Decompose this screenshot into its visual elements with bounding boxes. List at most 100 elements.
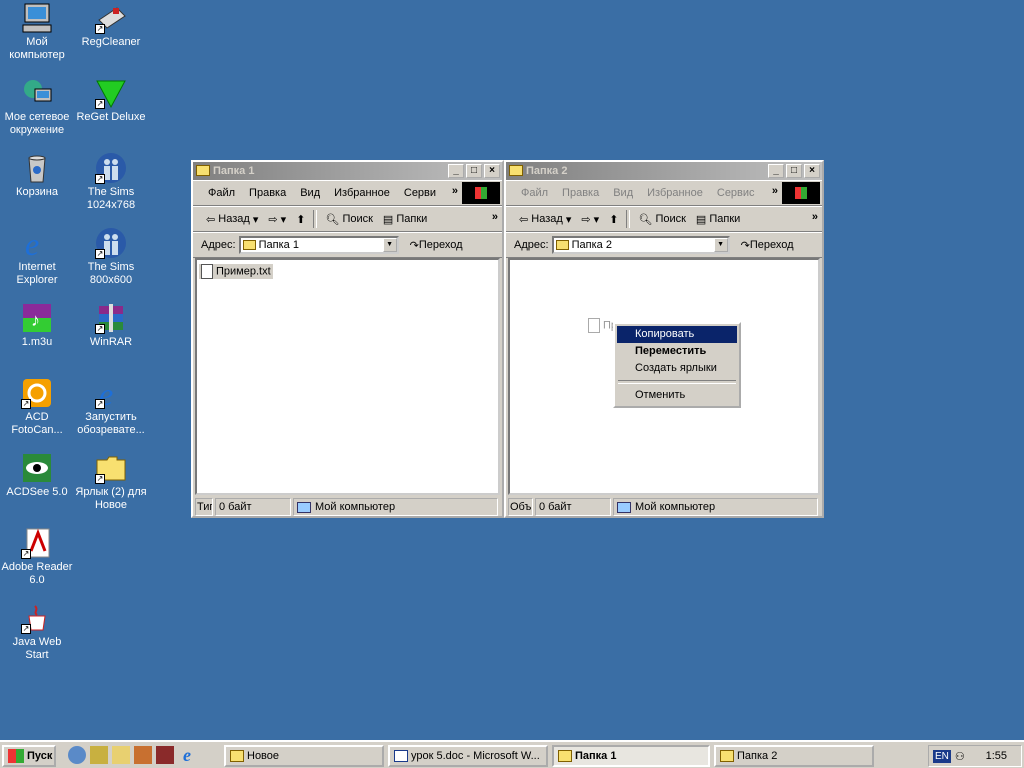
- window-titlebar[interactable]: Папка 2 _ □ ×: [506, 162, 822, 180]
- shortcut-arrow-icon: ↗: [95, 249, 105, 259]
- status-type: Тиг: [195, 498, 213, 516]
- window-title: Папка 2: [526, 165, 568, 177]
- chevron-down-icon[interactable]: ▼: [713, 238, 728, 252]
- forward-button[interactable]: ⇨ ▾: [576, 213, 604, 226]
- desktop-icon-reget[interactable]: ↗ ReGet Deluxe: [74, 77, 148, 124]
- desktop-icon-m3u[interactable]: ♪ 1.m3u: [0, 302, 74, 349]
- chevron-icon[interactable]: »: [772, 185, 778, 197]
- playlist-icon: ♪: [21, 302, 53, 334]
- desktop-icon-internet-explorer[interactable]: e Internet Explorer: [0, 226, 74, 287]
- start-button[interactable]: Пуск: [2, 745, 56, 767]
- search-button[interactable]: 🔍︎ Поиск: [320, 213, 378, 226]
- menu-view[interactable]: Вид: [606, 187, 640, 199]
- window-folder-1[interactable]: Папка 1 _ □ × Файл Правка Вид Избранное …: [191, 160, 504, 518]
- network-tray-icon[interactable]: ⚇: [955, 750, 965, 763]
- address-field[interactable]: Папка 1 ▼: [238, 236, 399, 254]
- status-size: 0 байт: [215, 498, 291, 516]
- desktop-icon-sims-1024[interactable]: ↗ The Sims 1024x768: [74, 152, 148, 212]
- menu-view[interactable]: Вид: [293, 187, 327, 199]
- desktop-icon-label: ReGet Deluxe: [76, 111, 146, 123]
- acdsee-icon: [21, 452, 53, 484]
- close-button[interactable]: ×: [484, 164, 500, 178]
- desktop-icon-java-web-start[interactable]: ↗ Java Web Start: [0, 602, 74, 662]
- clock[interactable]: 1:55: [986, 750, 1007, 762]
- word-doc-icon: [394, 750, 408, 762]
- adobe-reader-icon: ↗: [21, 527, 53, 559]
- folder-icon: [509, 165, 523, 176]
- desktop-icon-label: WinRAR: [89, 336, 133, 348]
- go-button[interactable]: ↷ Переход: [736, 239, 799, 252]
- address-field[interactable]: Папка 2 ▼: [551, 236, 730, 254]
- maximize-button[interactable]: □: [466, 164, 482, 178]
- desktop-icon-my-computer[interactable]: Мой компьютер: [0, 2, 74, 62]
- desktop-icon-acd-fotocanvas[interactable]: ↗ ACD FotoCan...: [0, 377, 74, 437]
- computer-icon: [617, 501, 631, 513]
- status-bar: Тиг 0 байт Мой компьютер: [195, 497, 500, 517]
- quick-launch-icon-1[interactable]: [68, 746, 86, 764]
- chevron-icon[interactable]: »: [812, 211, 818, 223]
- menu-tools[interactable]: Сервис: [710, 187, 762, 199]
- folders-button[interactable]: ▤ Папки: [691, 213, 745, 226]
- desktop-icon-label: Запустить обозревате...: [77, 411, 145, 436]
- menu-favorites[interactable]: Избранное: [640, 187, 710, 199]
- minimize-button[interactable]: _: [768, 164, 784, 178]
- desktop-icon-winrar[interactable]: ↗ WinRAR: [74, 302, 148, 349]
- desktop-icon-adobe-reader[interactable]: ↗ Adobe Reader 6.0: [0, 527, 74, 587]
- chevron-icon[interactable]: »: [452, 185, 458, 197]
- menu-item-move[interactable]: Переместить: [617, 343, 737, 360]
- desktop-icon-shortcut-new[interactable]: ↗ Ярлык (2) для Новое: [74, 452, 148, 512]
- close-button[interactable]: ×: [804, 164, 820, 178]
- window-titlebar[interactable]: Папка 1 _ □ ×: [193, 162, 502, 180]
- up-folder-button[interactable]: ⬆: [604, 213, 623, 226]
- address-value: Папка 2: [571, 239, 612, 251]
- reget-icon: ↗: [95, 77, 127, 109]
- menu-tools[interactable]: Серви: [397, 187, 443, 199]
- winrar-icon: ↗: [95, 302, 127, 334]
- desktop-icon-launch-browser[interactable]: e ↗ Запустить обозревате...: [74, 376, 148, 437]
- chevron-icon[interactable]: »: [492, 211, 498, 223]
- desktop-icon-label: The Sims 800x600: [87, 261, 135, 286]
- address-bar: Адрес: Папка 1 ▼ ↷ Переход: [193, 232, 502, 258]
- forward-button[interactable]: ⇨ ▾: [263, 213, 291, 226]
- desktop-icon-regcleaner[interactable]: ↗ RegCleaner: [74, 2, 148, 49]
- folder-icon: [720, 750, 734, 762]
- file-list[interactable]: Пример.txt: [195, 258, 500, 495]
- menu-item-cancel[interactable]: Отменить: [617, 387, 737, 404]
- back-button[interactable]: ⇦ Назад ▾: [201, 213, 263, 226]
- desktop-icon-sims-800[interactable]: ↗ The Sims 800x600: [74, 227, 148, 287]
- taskbar-button-folder-1[interactable]: Папка 1: [552, 745, 710, 767]
- maximize-button[interactable]: □: [786, 164, 802, 178]
- menu-edit[interactable]: Правка: [555, 187, 606, 199]
- taskbar-button-folder-2[interactable]: Папка 2: [714, 745, 874, 767]
- computer-icon: [21, 2, 53, 34]
- back-button[interactable]: ⇦ Назад ▾: [514, 213, 576, 226]
- taskbar-button-new[interactable]: Новое: [224, 745, 384, 767]
- internet-explorer-icon[interactable]: e: [178, 746, 196, 764]
- file-item[interactable]: Пример.txt: [199, 264, 273, 279]
- menu-bar: Файл Правка Вид Избранное Сервис »: [506, 180, 822, 206]
- language-indicator[interactable]: EN: [933, 749, 951, 763]
- menu-item-copy[interactable]: Копировать: [617, 326, 737, 343]
- minimize-button[interactable]: _: [448, 164, 464, 178]
- folders-button[interactable]: ▤ Папки: [378, 213, 432, 226]
- desktop-icon-recycle-bin[interactable]: Корзина: [0, 152, 74, 199]
- menu-favorites[interactable]: Избранное: [327, 187, 397, 199]
- desktop-icon-network[interactable]: Мое сетевое окружение: [0, 77, 74, 137]
- up-folder-button[interactable]: ⬆: [291, 213, 310, 226]
- quick-launch-icon-5[interactable]: [156, 746, 174, 764]
- menu-item-create-shortcuts[interactable]: Создать ярлыки: [617, 360, 737, 377]
- quick-launch-icon-4[interactable]: [134, 746, 152, 764]
- taskbar-button-word[interactable]: урок 5.doc - Microsoft W...: [388, 745, 548, 767]
- folder-icon: ↗: [95, 452, 127, 484]
- chevron-down-icon[interactable]: ▼: [382, 238, 397, 252]
- menu-file[interactable]: Файл: [201, 187, 242, 199]
- menu-file[interactable]: Файл: [514, 187, 555, 199]
- quick-launch-icon-2[interactable]: [90, 746, 108, 764]
- forward-arrow-icon: ⇨ ▾: [268, 213, 287, 226]
- go-button[interactable]: ↷ Переход: [405, 239, 468, 252]
- search-button[interactable]: 🔍︎ Поиск: [633, 213, 691, 226]
- desktop-icon-acdsee[interactable]: ACDSee 5.0: [0, 452, 74, 499]
- menu-edit[interactable]: Правка: [242, 187, 293, 199]
- acd-fotocanvas-icon: ↗: [21, 377, 53, 409]
- quick-launch-icon-3[interactable]: [112, 746, 130, 764]
